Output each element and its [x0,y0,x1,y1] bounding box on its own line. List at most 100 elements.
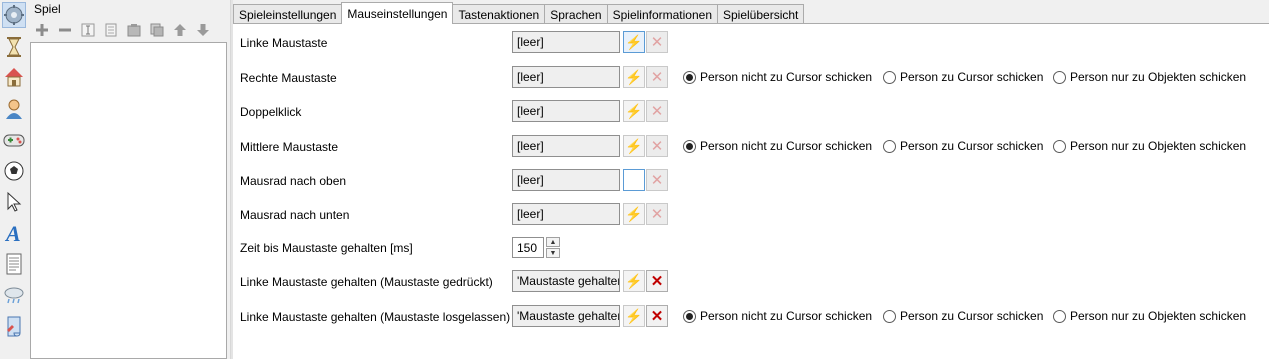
edit-action-button[interactable]: ⚡ [623,203,645,225]
close-icon: ✕ [650,206,664,223]
lightning-icon: ⚡ [625,307,643,324]
duplicate-icon[interactable] [145,19,168,41]
radio-to-cursor[interactable]: Person zu Cursor schicken [883,70,1043,84]
person-icon[interactable] [2,96,26,122]
setting-label: Linke Maustaste gehalten (Maustaste gedr… [240,275,493,289]
minus-icon[interactable] [53,19,76,41]
radio-dot[interactable] [1053,139,1066,153]
radio-label: Person nicht zu Cursor schicken [700,70,873,84]
paste-icon[interactable] [122,19,145,41]
setting-label: Zeit bis Maustaste gehalten [ms] [240,241,413,255]
radio-dot[interactable] [1053,70,1066,84]
tab-tastenaktionen[interactable]: Tastenaktionen [452,4,546,24]
copy-icon[interactable] [99,19,122,41]
resource-icon-strip: A [0,0,28,359]
edit-action-button[interactable]: ⚡ [623,31,645,53]
action-field[interactable]: [leer] [512,135,620,157]
move-up-icon[interactable] [168,19,191,41]
edit-action-button[interactable] [623,169,645,191]
radio-not-to-cursor[interactable]: Person nicht zu Cursor schicken [683,139,872,153]
spinner-down-button[interactable]: ▼ [546,248,560,258]
edit-action-button[interactable]: ⚡ [623,270,645,292]
edit-action-button[interactable]: ⚡ [623,100,645,122]
setting-label: Linke Maustaste [240,36,328,50]
radio-label: Person zu Cursor schicken [900,309,1044,323]
close-icon: ✕ [650,273,664,290]
radio-label: Person nur zu Objekten schicken [1070,309,1247,323]
text-a-icon[interactable]: A [2,220,26,246]
lightning-icon: ⚡ [625,205,643,222]
weather-icon[interactable] [2,282,26,308]
radio-label: Person nicht zu Cursor schicken [700,309,873,323]
lightning-icon: ⚡ [625,102,643,119]
radio-dot[interactable] [683,139,696,153]
edit-action-button[interactable]: ⚡ [623,305,645,327]
clear-action-button[interactable]: ✕ [646,31,668,53]
edit-action-button[interactable]: ⚡ [623,135,645,157]
action-field[interactable]: [leer] [512,100,620,122]
radio-only-to-objects[interactable]: Person nur zu Objekten schicken [1053,70,1246,84]
action-field[interactable]: [leer] [512,31,620,53]
setting-label: Mausrad nach oben [240,174,347,188]
clear-action-button[interactable]: ✕ [646,270,668,292]
scroll-icon[interactable] [2,313,26,339]
radio-label: Person nur zu Objekten schicken [1070,139,1247,153]
radio-label: Person zu Cursor schicken [900,139,1044,153]
close-icon: ✕ [650,34,664,51]
tab-sprachen[interactable]: Sprachen [544,4,608,24]
edit-action-button[interactable]: ⚡ [623,66,645,88]
clear-action-button[interactable]: ✕ [646,100,668,122]
plus-icon[interactable] [30,19,53,41]
lightning-icon: ⚡ [625,272,643,289]
radio-dot[interactable] [683,309,696,323]
cursor-icon[interactable] [2,189,26,215]
action-field[interactable]: [leer] [512,66,620,88]
radio-only-to-objects[interactable]: Person nur zu Objekten schicken [1053,139,1246,153]
tab-spielinformationen[interactable]: Spielinformationen [606,4,718,24]
radio-to-cursor[interactable]: Person zu Cursor schicken [883,309,1043,323]
radio-only-to-objects[interactable]: Person nur zu Objekten schicken [1053,309,1246,323]
radio-not-to-cursor[interactable]: Person nicht zu Cursor schicken [683,70,872,84]
clear-action-button[interactable]: ✕ [646,169,668,191]
action-field[interactable]: [leer] [512,169,620,191]
setting-row-wheel-down: Mausrad nach unten [leer] ⚡ ✕ [233,203,1269,227]
radio-not-to-cursor[interactable]: Person nicht zu Cursor schicken [683,309,872,323]
rename-icon[interactable] [76,19,99,41]
document-icon[interactable] [2,251,26,277]
tab-mauseinstellungen[interactable]: Mauseinstellungen [341,2,454,24]
action-field[interactable]: [leer] [512,203,620,225]
radio-dot[interactable] [883,70,896,84]
move-down-icon[interactable] [191,19,214,41]
action-field[interactable]: 'Maustaste gehalten' [512,305,620,327]
scene-panel: Spiel [28,0,228,359]
hourglass-icon[interactable] [2,34,26,60]
hold-time-input[interactable]: 150 [512,237,544,258]
scene-tree[interactable] [30,42,227,359]
tab-spieluebersicht[interactable]: Spielübersicht [717,4,805,24]
clear-action-button[interactable]: ✕ [646,203,668,225]
house-icon[interactable] [2,64,26,90]
setting-label: Rechte Maustaste [240,71,337,85]
clear-action-button[interactable]: ✕ [646,135,668,157]
radio-dot[interactable] [1053,309,1066,323]
clear-action-button[interactable]: ✕ [646,66,668,88]
radio-to-cursor[interactable]: Person zu Cursor schicken [883,139,1043,153]
gamepad-icon[interactable] [2,127,26,153]
clear-action-button[interactable]: ✕ [646,305,668,327]
tab-bar: Spieleinstellungen Mauseinstellungen Tas… [233,2,805,24]
radio-dot[interactable] [883,139,896,153]
action-field[interactable]: 'Maustaste gehalten' [512,270,620,292]
radio-dot[interactable] [683,70,696,84]
lightning-icon: ⚡ [625,68,643,85]
close-icon: ✕ [650,69,664,86]
tab-spieleinstellungen[interactable]: Spieleinstellungen [233,4,343,24]
panel-title: Spiel [34,2,61,16]
setting-row-middle-click: Mittlere Maustaste [leer] ⚡ ✕ Person nic… [233,135,1269,159]
spinner-up-button[interactable]: ▲ [546,237,560,247]
ball-icon[interactable] [2,158,26,184]
radio-dot[interactable] [883,309,896,323]
hold-time-spinner: 150 ▲ ▼ [512,237,561,258]
app-window: A Spiel Spieleinstellungen Mauseinstellu… [0,0,1269,359]
settings-gear-icon[interactable] [2,2,26,28]
setting-label: Linke Maustaste gehalten (Maustaste losg… [240,310,511,324]
